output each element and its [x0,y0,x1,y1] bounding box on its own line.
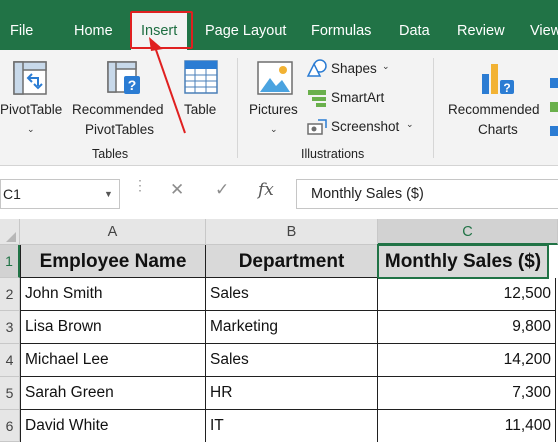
tab-view[interactable]: View [530,15,558,45]
svg-text:?: ? [128,77,137,93]
table-cell[interactable]: IT [206,410,378,442]
column-header-c[interactable]: C [378,219,558,245]
smartart-icon[interactable] [306,88,328,108]
select-all-icon [6,232,16,242]
pivottable-label[interactable]: PivotTable [0,102,62,117]
table-cell[interactable]: 12,500 [378,278,556,311]
formula-input[interactable]: Monthly Sales ($) [296,179,558,209]
table-cell[interactable]: John Smith [20,278,206,311]
table-cell[interactable]: Marketing [206,311,378,344]
table-cell[interactable]: 11,400 [378,410,556,442]
tab-data[interactable]: Data [399,15,430,45]
row-header-2[interactable]: 2 [0,278,20,311]
formula-bar-grip-icon[interactable]: ⋮ [133,178,148,192]
svg-text:?: ? [503,81,510,95]
annotation-arrow [149,37,186,134]
table-cell[interactable]: Michael Lee [20,344,206,377]
tab-formulas[interactable]: Formulas [311,15,371,45]
row-header-5[interactable]: 5 [0,377,20,410]
pictures-label[interactable]: Pictures [249,102,298,117]
recommended-pivottables-icon[interactable]: ? [106,60,142,96]
cancel-icon[interactable]: ✕ [170,180,184,200]
row-header-6[interactable]: 6 [0,410,20,442]
row-header-1[interactable]: 1 [0,245,20,278]
table-cell[interactable]: 7,300 [378,377,556,410]
shapes-icon[interactable] [306,58,328,78]
pivottable-icon[interactable] [12,60,48,96]
table-cell[interactable]: David White [20,410,206,442]
active-cell-outline [377,244,549,279]
shapes-dropdown-icon[interactable]: ⌄ [382,61,390,72]
table-cell[interactable]: Sales [206,344,378,377]
screenshot-dropdown-icon[interactable]: ⌄ [406,119,414,130]
tab-page-layout[interactable]: Page Layout [205,15,286,45]
name-box[interactable]: C1 [0,179,120,209]
recommended-pivottables-label-2[interactable]: PivotTables [85,122,154,137]
tables-group-label: Tables [92,147,129,161]
table-cell[interactable]: 14,200 [378,344,556,377]
column-header-b[interactable]: B [206,219,378,245]
recommended-charts-label-1[interactable]: Recommended [448,102,540,117]
table-cell[interactable]: Lisa Brown [20,311,206,344]
recommended-charts-label-2[interactable]: Charts [478,122,518,137]
tab-home[interactable]: Home [74,15,113,45]
table-cell[interactable]: HR [206,377,378,410]
table-cell[interactable]: Sarah Green [20,377,206,410]
ribbon-separator [237,58,238,158]
screenshot-label[interactable]: Screenshot [331,119,399,134]
pivottable-dropdown-icon[interactable]: ⌄ [27,124,35,135]
header-cell-employee-name[interactable]: Employee Name [20,245,206,278]
tab-review[interactable]: Review [457,15,505,45]
illustrations-group-label: Illustrations [301,147,365,161]
tab-file[interactable]: File [10,15,33,45]
table-cell[interactable]: 9,800 [378,311,556,344]
pictures-dropdown-icon[interactable]: ⌄ [270,124,278,135]
insert-function-button[interactable]: fx [258,180,274,200]
table-cell[interactable]: Sales [206,278,378,311]
shapes-label[interactable]: Shapes [331,61,377,76]
screenshot-icon[interactable] [306,118,328,138]
recommended-charts-icon[interactable]: ? [478,60,518,96]
chart-icon[interactable] [550,78,558,138]
name-box-dropdown-icon[interactable]: ▼ [104,189,113,199]
column-header-a[interactable]: A [20,219,206,245]
smartart-label[interactable]: SmartArt [331,90,384,105]
pictures-icon[interactable] [256,60,294,96]
ribbon-separator [433,58,434,158]
enter-icon[interactable]: ✓ [215,180,229,200]
row-header-3[interactable]: 3 [0,311,20,344]
row-header-4[interactable]: 4 [0,344,20,377]
header-cell-department[interactable]: Department [206,245,378,278]
